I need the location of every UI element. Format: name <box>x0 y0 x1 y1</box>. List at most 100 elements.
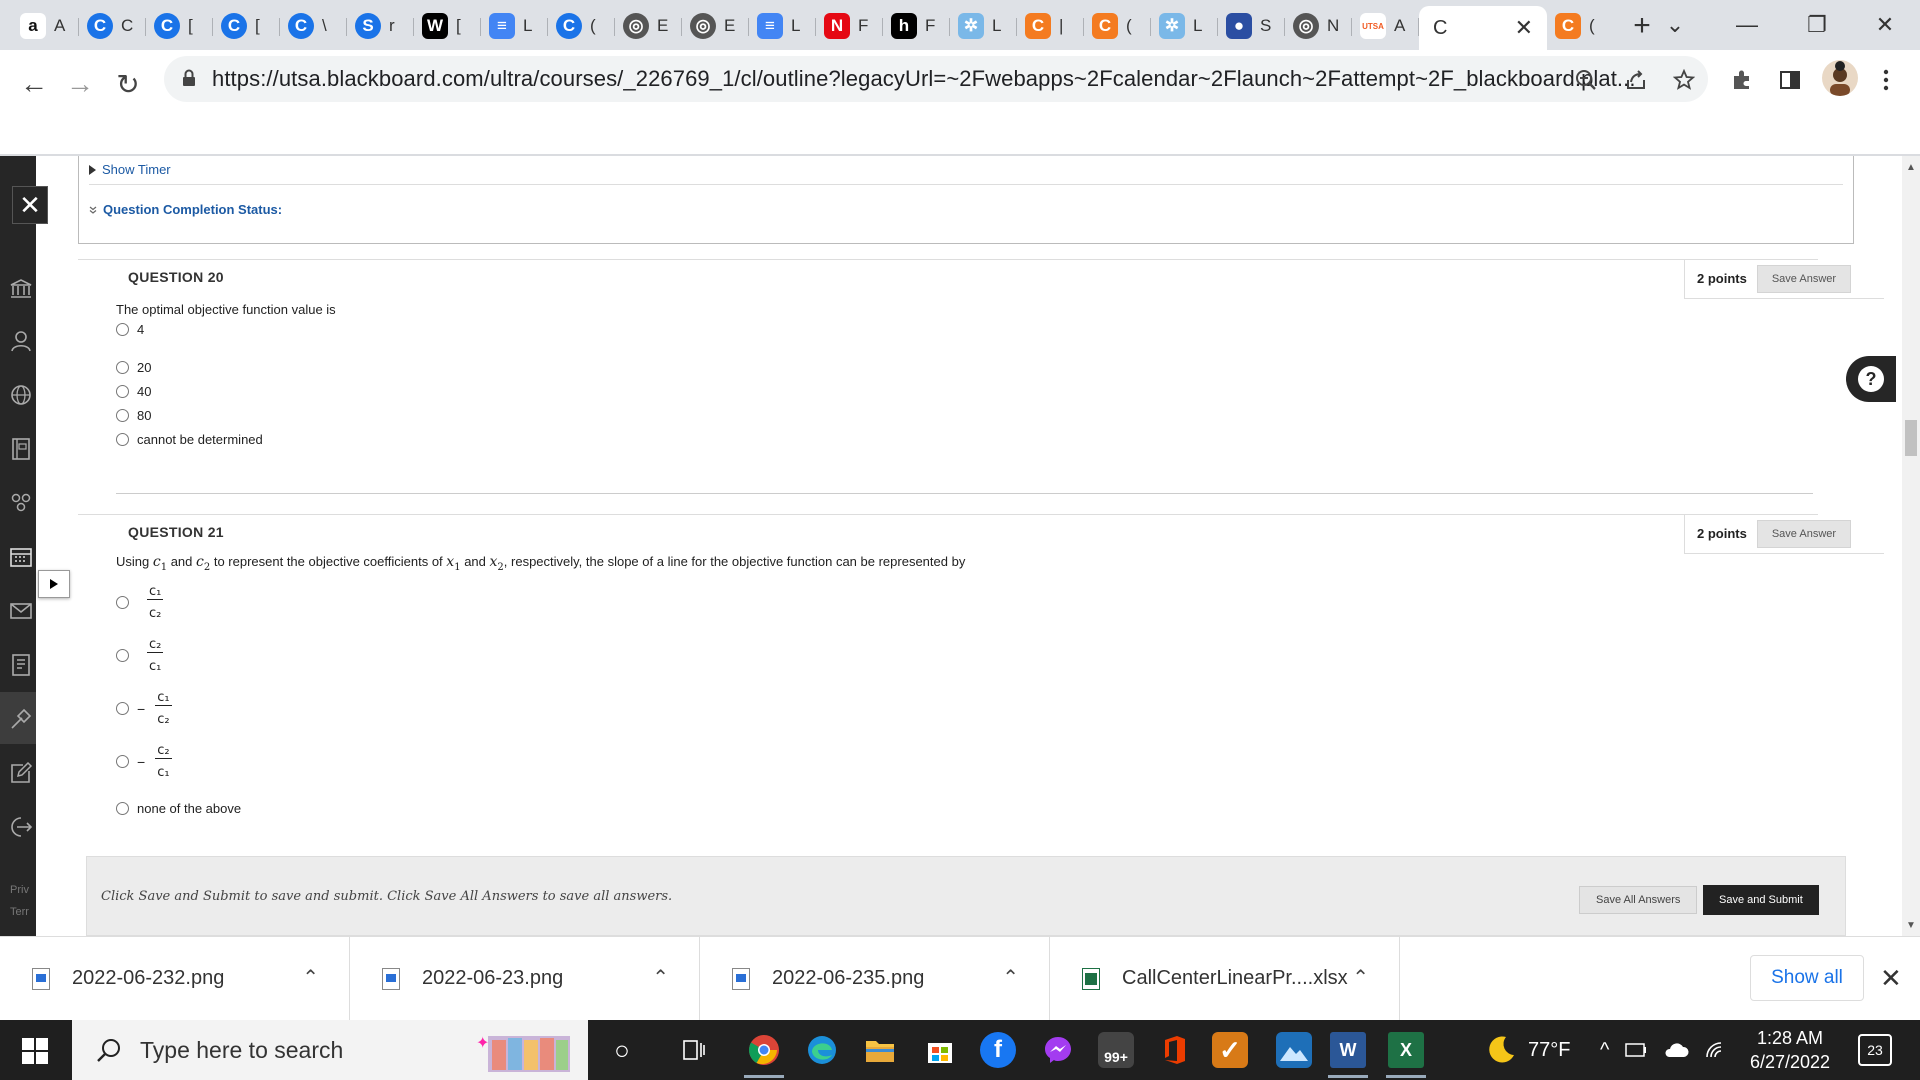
scroll-up-arrow[interactable]: ▲ <box>1906 162 1916 173</box>
weather-widget[interactable]: 77°F <box>1484 1020 1570 1080</box>
battery-icon[interactable] <box>1625 1043 1647 1057</box>
minimize-button[interactable]: — <box>1716 0 1778 50</box>
forward-button[interactable]: → <box>60 64 100 104</box>
chevron-up-icon[interactable]: ⌃ <box>652 965 669 990</box>
show-all-downloads-button[interactable]: Show all <box>1750 955 1864 1001</box>
privacy-link[interactable]: Priv <box>10 884 29 896</box>
restore-button[interactable]: ❐ <box>1786 0 1848 50</box>
onedrive-cloud-icon[interactable] <box>1663 1042 1689 1058</box>
tasks-app-button[interactable]: ✓ <box>1212 1032 1248 1068</box>
chrome-taskbar-button[interactable] <box>746 1032 782 1068</box>
browser-tab[interactable]: UTSA A <box>1352 6 1419 46</box>
cortana-button[interactable]: ○ <box>604 1032 640 1068</box>
radio-button[interactable] <box>116 433 129 446</box>
radio-button[interactable] <box>116 649 129 662</box>
download-item[interactable]: 2022-06-23.png ⌃ <box>350 937 700 1021</box>
download-item[interactable]: 2022-06-235.png ⌃ <box>700 937 1050 1021</box>
browser-tab[interactable]: C( <box>1547 6 1614 46</box>
calendar-nav-icon[interactable] <box>6 542 36 572</box>
chevron-up-icon[interactable]: ⌃ <box>1352 965 1369 990</box>
windows-start-button[interactable] <box>22 1038 48 1064</box>
edge-taskbar-button[interactable] <box>804 1032 840 1068</box>
close-download-bar-button[interactable]: ✕ <box>1880 963 1902 994</box>
tab-search-button[interactable]: ⌄ <box>1644 0 1706 50</box>
taskbar-clock[interactable]: 1:28 AM 6/27/2022 <box>1740 1026 1840 1074</box>
answer-option[interactable]: cannot be determined <box>116 432 263 447</box>
notification-center-button[interactable]: 23 <box>1858 1034 1892 1066</box>
browser-tab[interactable]: C[ <box>213 6 280 46</box>
answer-option[interactable]: 40 <box>116 384 151 399</box>
answer-option[interactable]: 20 <box>116 360 151 375</box>
wifi-icon[interactable] <box>1705 1041 1727 1059</box>
radio-button[interactable] <box>116 702 129 715</box>
browser-tab[interactable]: ◎ E <box>615 6 682 46</box>
bookmark-button[interactable] <box>1668 64 1700 96</box>
browser-tab[interactable]: ≡ L <box>481 6 548 46</box>
answer-option[interactable]: none of the above <box>116 801 241 816</box>
browser-tab[interactable]: ◎ E <box>682 6 749 46</box>
save-and-submit-button[interactable]: Save and Submit <box>1703 885 1819 915</box>
completion-status-toggle[interactable]: Question Completion Status: <box>89 202 282 217</box>
close-course-button[interactable]: ✕ <box>12 186 48 224</box>
chrome-menu-button[interactable] <box>1870 64 1902 96</box>
messages-nav-icon[interactable] <box>6 596 36 626</box>
show-hidden-icons-icon[interactable]: ^ <box>1600 1039 1609 1062</box>
browser-tab-active[interactable]: C ✕ <box>1419 6 1547 50</box>
terms-link[interactable]: Terr <box>10 906 29 918</box>
task-view-button[interactable] <box>676 1032 712 1068</box>
radio-button[interactable] <box>116 802 129 815</box>
chevron-up-icon[interactable]: ⌃ <box>302 965 319 990</box>
page-scrollbar[interactable]: ▲ ▼ <box>1902 156 1920 936</box>
expand-panel-button[interactable] <box>38 570 70 598</box>
url-text[interactable]: https://utsa.blackboard.com/ultra/course… <box>212 66 1636 92</box>
profile-avatar[interactable] <box>1822 60 1858 96</box>
answer-option[interactable]: 80 <box>116 408 151 423</box>
activity-nav-icon[interactable] <box>6 380 36 410</box>
browser-tab[interactable]: C( <box>548 6 615 46</box>
browser-tab[interactable]: hF <box>883 6 950 46</box>
radio-button[interactable] <box>116 323 129 336</box>
browser-tab[interactable]: C( <box>1084 6 1151 46</box>
browser-tab[interactable]: C \ <box>280 6 347 46</box>
browser-tab[interactable]: CC <box>79 6 146 46</box>
answer-option[interactable]: − c₂ c₁ <box>116 743 172 780</box>
mail-badge-button[interactable]: 99+ <box>1098 1032 1134 1068</box>
edit-nav-icon[interactable] <box>6 758 36 788</box>
extensions-button[interactable] <box>1726 64 1758 96</box>
browser-tab[interactable]: ✲ L <box>1151 6 1218 46</box>
chevron-up-icon[interactable]: ⌃ <box>1002 965 1019 990</box>
browser-tab[interactable]: C | <box>1017 6 1084 46</box>
download-item[interactable]: CallCenterLinearPr....xlsx ⌃ <box>1050 937 1400 1021</box>
zoom-button[interactable] <box>1570 64 1602 96</box>
browser-tab[interactable]: ≡ L <box>749 6 816 46</box>
organizations-nav-icon[interactable] <box>6 488 36 518</box>
address-bar[interactable]: https://utsa.blackboard.com/ultra/course… <box>164 56 1708 102</box>
browser-tab[interactable]: NF <box>816 6 883 46</box>
download-item[interactable]: 2022-06-232.png ⌃ <box>0 937 350 1021</box>
facebook-button[interactable]: f <box>980 1032 1016 1068</box>
grades-nav-icon[interactable] <box>6 650 36 680</box>
side-panel-button[interactable] <box>1774 64 1806 96</box>
radio-button[interactable] <box>116 409 129 422</box>
messenger-button[interactable] <box>1040 1032 1076 1068</box>
browser-tab[interactable]: ● S <box>1218 6 1285 46</box>
institution-icon[interactable] <box>6 274 36 304</box>
browser-tab[interactable]: Sr <box>347 6 414 46</box>
window-close-button[interactable]: ✕ <box>1854 0 1916 50</box>
store-button[interactable] <box>922 1032 958 1068</box>
save-answer-button[interactable]: Save Answer <box>1756 519 1852 548</box>
radio-button[interactable] <box>116 596 129 609</box>
help-button[interactable]: ? <box>1846 356 1896 402</box>
photos-button[interactable] <box>1276 1032 1312 1068</box>
courses-nav-icon[interactable] <box>6 434 36 464</box>
radio-button[interactable] <box>116 385 129 398</box>
share-button[interactable] <box>1620 64 1652 96</box>
close-tab-icon[interactable]: ✕ <box>1515 15 1533 41</box>
save-answer-button[interactable]: Save Answer <box>1756 264 1852 293</box>
browser-tab[interactable]: C[ <box>146 6 213 46</box>
word-button[interactable]: W <box>1330 1032 1366 1068</box>
answer-option[interactable]: 4 <box>116 322 144 337</box>
show-timer-toggle[interactable]: Show Timer <box>89 162 171 177</box>
radio-button[interactable] <box>116 361 129 374</box>
scroll-down-arrow[interactable]: ▼ <box>1906 920 1916 931</box>
